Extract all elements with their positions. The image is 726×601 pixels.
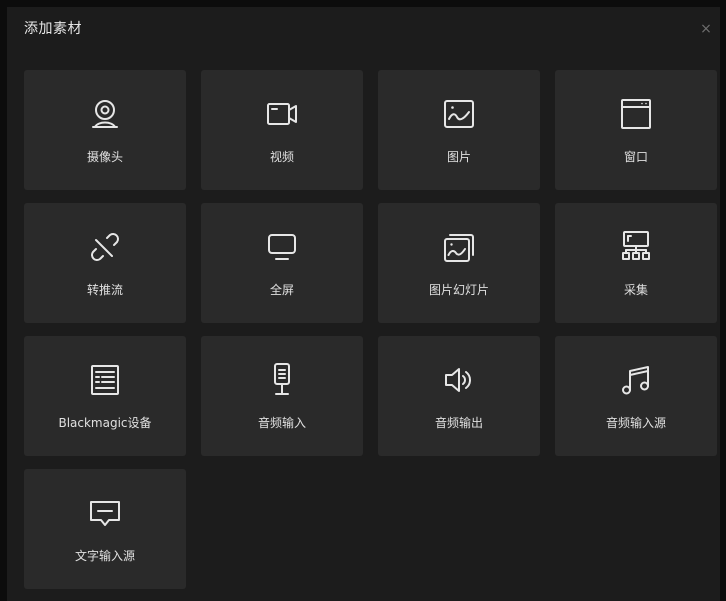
source-tile-blackmagic[interactable]: Blackmagic设备: [24, 336, 186, 456]
source-label: 采集: [623, 283, 648, 297]
source-grid: 摄像头 视频 图片 窗口 转推流 全屏 图片幻灯片 采集 Blackmagic设…: [24, 70, 717, 589]
source-label: 视频: [269, 150, 294, 164]
source-label: 音频输入: [257, 416, 306, 430]
webcam-icon: [87, 96, 123, 132]
image-icon: [441, 96, 477, 132]
source-tile-capture[interactable]: 采集: [555, 203, 717, 323]
source-tile-audio-input[interactable]: 音频输入: [201, 336, 363, 456]
video-camera-icon: [264, 96, 300, 132]
source-tile-image[interactable]: 图片: [378, 70, 540, 190]
source-label: 全屏: [269, 283, 294, 297]
image-slideshow-icon: [441, 229, 477, 265]
blackmagic-device-icon: [87, 362, 123, 398]
source-tile-fullscreen[interactable]: 全屏: [201, 203, 363, 323]
source-label: 音频输入源: [605, 416, 666, 430]
source-tile-text[interactable]: 文字输入源: [24, 469, 186, 589]
source-label: 摄像头: [86, 150, 123, 164]
source-tile-slideshow[interactable]: 图片幻灯片: [378, 203, 540, 323]
source-label: 窗口: [623, 150, 648, 164]
source-label: 音频输出: [434, 416, 483, 430]
source-tile-restream[interactable]: 转推流: [24, 203, 186, 323]
speaker-icon: [441, 362, 477, 398]
microphone-icon: [264, 362, 300, 398]
link-broken-icon: [87, 229, 123, 265]
music-note-icon: [618, 362, 654, 398]
capture-network-icon: [618, 229, 654, 265]
source-tile-camera[interactable]: 摄像头: [24, 70, 186, 190]
source-tile-window[interactable]: 窗口: [555, 70, 717, 190]
source-label: 文字输入源: [74, 549, 135, 563]
source-label: 转推流: [86, 283, 123, 297]
source-tile-audio-output[interactable]: 音频输出: [378, 336, 540, 456]
source-tile-audio-source[interactable]: 音频输入源: [555, 336, 717, 456]
close-icon[interactable]: ×: [698, 21, 714, 37]
source-label: 图片: [446, 150, 471, 164]
window-icon: [618, 96, 654, 132]
monitor-icon: [264, 229, 300, 265]
source-label: 图片幻灯片: [428, 283, 489, 297]
source-tile-video[interactable]: 视频: [201, 70, 363, 190]
add-source-dialog: 添加素材 × 摄像头 视频 图片 窗口 转推流 全屏 图片幻灯片 采集 Blac…: [7, 7, 720, 601]
source-label: Blackmagic设备: [58, 416, 152, 430]
dialog-title: 添加素材: [24, 21, 82, 37]
text-message-icon: [87, 495, 123, 531]
